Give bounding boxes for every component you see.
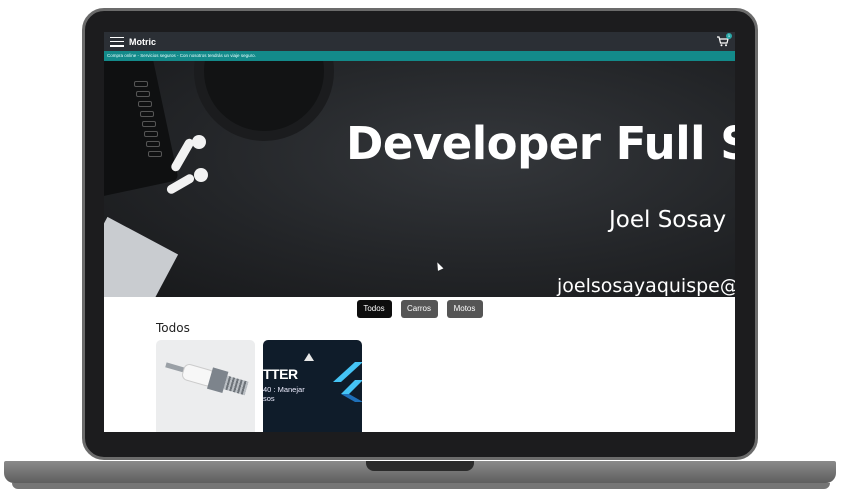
airpod-head bbox=[192, 135, 206, 149]
card-subtitle-fragment: 40 : Manejar sos bbox=[263, 385, 305, 403]
category-filters: Todos Carros Motos bbox=[104, 300, 735, 318]
screen: Motric 1 Compra online - Servicios segur… bbox=[104, 32, 735, 432]
airpod-head bbox=[194, 168, 208, 182]
mouse-cursor-icon bbox=[434, 261, 444, 271]
announcement-bar: Compra online - Servicios seguros - Con … bbox=[104, 51, 735, 61]
section-title: Todos bbox=[156, 321, 190, 335]
flutter-logo-icon bbox=[333, 362, 362, 402]
play-icon bbox=[304, 353, 314, 361]
filter-carros-button[interactable]: Carros bbox=[400, 300, 438, 318]
card-title-fragment: TTER bbox=[263, 366, 298, 382]
filter-todos-button[interactable]: Todos bbox=[356, 300, 392, 318]
brand-name[interactable]: Motric bbox=[129, 37, 156, 47]
hero-title: Developer Full S bbox=[346, 117, 735, 170]
spark-plug-image bbox=[162, 352, 255, 404]
filter-motos-button[interactable]: Motos bbox=[446, 300, 483, 318]
coffee-cup-image bbox=[204, 61, 324, 131]
laptop-notch bbox=[366, 461, 474, 471]
product-card-spark-plug[interactable] bbox=[156, 340, 255, 432]
hero-subtitle: Joel Sosay bbox=[609, 207, 727, 233]
hero-carousel[interactable]: Developer Full S Joel Sosay joelsosayaqu… bbox=[104, 61, 735, 297]
hero-email: joelsosayaquispe@ bbox=[557, 275, 735, 297]
top-navbar: Motric 1 bbox=[104, 32, 735, 51]
cart-count-badge: 1 bbox=[726, 33, 732, 39]
paper-image bbox=[104, 216, 179, 297]
menu-icon[interactable] bbox=[110, 36, 124, 47]
laptop-shadow bbox=[12, 483, 830, 489]
product-card-flutter[interactable]: TTER 40 : Manejar sos bbox=[263, 340, 362, 432]
